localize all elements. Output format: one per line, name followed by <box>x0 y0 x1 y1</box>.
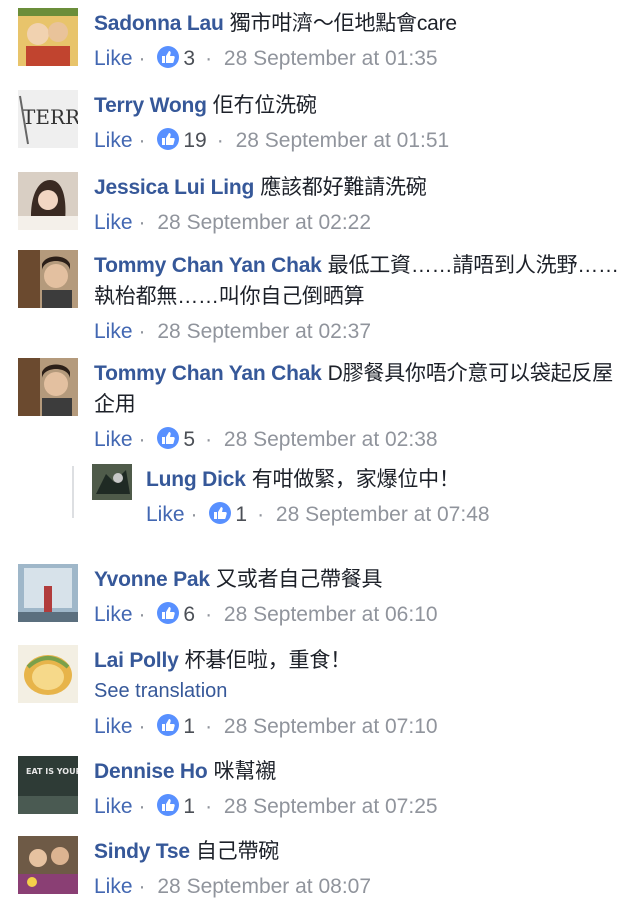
avatar[interactable]: TERRY <box>18 90 78 148</box>
comment-text: 又或者自己帶餐具 <box>215 568 383 591</box>
like-link[interactable]: Like <box>94 211 133 234</box>
commenter-name[interactable]: Sindy Tse <box>94 840 190 863</box>
like-link[interactable]: Like <box>94 875 133 898</box>
like-count[interactable]: 19 <box>183 129 206 152</box>
timestamp[interactable]: 28 September at 07:48 <box>276 503 490 526</box>
like-link[interactable]: Like <box>146 503 185 526</box>
comment-text: 獨市咁濟～佢地點會care <box>229 12 457 35</box>
commenter-name[interactable]: Tommy Chan Yan Chak <box>94 254 322 277</box>
see-translation-link[interactable]: See translation <box>94 676 620 707</box>
thumbs-up-icon <box>157 714 180 736</box>
timestamp[interactable]: 28 September at 06:10 <box>224 603 438 626</box>
avatar[interactable] <box>92 464 132 500</box>
timestamp[interactable]: 28 September at 02:22 <box>157 211 371 234</box>
like-link[interactable]: Like <box>94 428 133 451</box>
avatar[interactable] <box>18 645 78 703</box>
comment-text: 杯碁佢啦，重食！ <box>184 649 352 672</box>
like-count[interactable]: 1 <box>183 795 195 818</box>
like-count[interactable]: 3 <box>183 47 195 70</box>
comment-text: 自己帶碗 <box>195 840 280 863</box>
thumbs-up-icon <box>157 427 180 449</box>
thumbs-up-icon <box>157 128 180 150</box>
comment-text: 咪幫襯 <box>213 760 277 783</box>
thumbs-up-icon <box>157 602 180 624</box>
commenter-name[interactable]: Yvonne Pak <box>94 568 210 591</box>
avatar[interactable] <box>18 250 78 308</box>
like-link[interactable]: Like <box>94 603 133 626</box>
commenter-name[interactable]: Jessica Lui Ling <box>94 176 254 199</box>
timestamp[interactable]: 28 September at 08:07 <box>157 875 371 898</box>
thumbs-up-icon <box>157 794 180 816</box>
avatar[interactable]: EAT IS YOUR LIFE <box>18 756 78 814</box>
avatar-text: EAT IS YOUR LIFE <box>26 767 78 776</box>
commenter-name[interactable]: Tommy Chan Yan Chak <box>94 362 322 385</box>
thumbs-up-icon <box>157 46 180 68</box>
timestamp[interactable]: 28 September at 01:51 <box>236 129 450 152</box>
avatar-text: TERRY <box>22 105 78 129</box>
avatar[interactable] <box>18 8 78 66</box>
comment-text: 有咁做緊，家爆位中！ <box>251 468 460 491</box>
commenter-name[interactable]: Sadonna Lau <box>94 12 224 35</box>
like-link[interactable]: Like <box>94 715 133 738</box>
like-count[interactable]: 1 <box>183 715 195 738</box>
timestamp[interactable]: 28 September at 02:38 <box>224 428 438 451</box>
comment-text: 應該都好難請洗碗 <box>260 176 427 199</box>
comment-text: 佢冇位洗碗 <box>212 94 317 117</box>
reply-thread-line <box>72 466 74 518</box>
commenter-name[interactable]: Lung Dick <box>146 468 246 491</box>
commenter-name[interactable]: Lai Polly <box>94 649 179 672</box>
like-link[interactable]: Like <box>94 47 133 70</box>
like-link[interactable]: Like <box>94 795 133 818</box>
timestamp[interactable]: 28 September at 02:37 <box>157 320 371 343</box>
like-count[interactable]: 6 <box>183 603 195 626</box>
thumbs-up-icon <box>209 502 232 524</box>
like-count[interactable]: 5 <box>183 428 195 451</box>
avatar[interactable] <box>18 836 78 894</box>
avatar[interactable] <box>18 564 78 622</box>
avatar[interactable] <box>18 172 78 230</box>
commenter-name[interactable]: Dennise Ho <box>94 760 208 783</box>
avatar[interactable] <box>18 358 78 416</box>
timestamp[interactable]: 28 September at 07:25 <box>224 795 438 818</box>
commenter-name[interactable]: Terry Wong <box>94 94 207 117</box>
timestamp[interactable]: 28 September at 07:10 <box>224 715 438 738</box>
like-count[interactable]: 1 <box>235 503 247 526</box>
like-link[interactable]: Like <box>94 320 133 343</box>
like-link[interactable]: Like <box>94 129 133 152</box>
timestamp[interactable]: 28 September at 01:35 <box>224 47 438 70</box>
